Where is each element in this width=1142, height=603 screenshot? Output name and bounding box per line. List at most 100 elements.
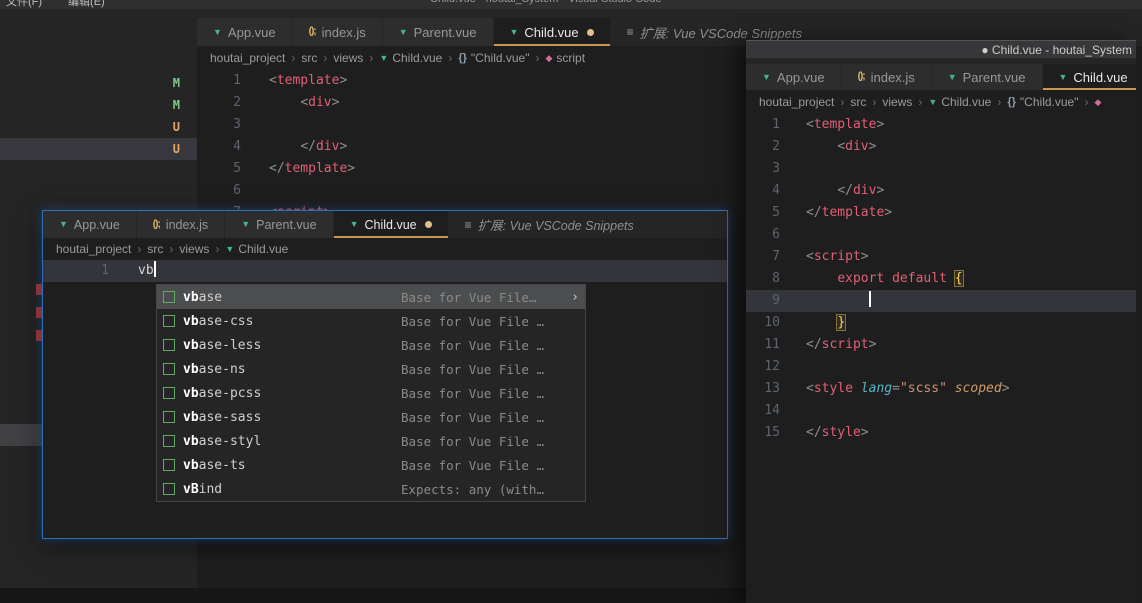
editor-tab[interactable]: ≡ 扩展: Vue VSCode Snippets <box>449 211 650 238</box>
breadcrumb-label: houtai_project <box>56 242 132 256</box>
code-text <box>780 290 871 312</box>
breadcrumb-item[interactable]: views <box>179 242 209 256</box>
breadcrumb-item[interactable]: ◆ script <box>545 51 585 65</box>
breadcrumb-separator: › <box>169 242 174 256</box>
line-number: 12 <box>764 359 780 374</box>
breadcrumb-item[interactable]: ▼ Child.vue <box>379 51 442 65</box>
vue-icon: ▼ <box>213 26 222 37</box>
suggestion-label: vbase-css <box>183 313 254 329</box>
line-number: 8 <box>772 271 780 286</box>
symbol-icon: ◆ <box>1094 96 1102 107</box>
code-line: 1 <template> <box>746 114 1136 136</box>
suggestion-item[interactable]: vbase-ts Base for Vue File … <box>157 453 585 477</box>
suggestion-label: vbase-ts <box>183 457 246 473</box>
menubar-item[interactable]: 文件(F) <box>6 0 42 9</box>
suggest-widget: vbase Base for Vue File… › vbase-css Base fo… <box>156 284 586 502</box>
secondary-window: ● Child.vue - houtai_System ▼ App.vue (); i… <box>746 40 1136 603</box>
code-line: 4 </div> <box>746 180 1136 202</box>
breadcrumb-item[interactable]: ◆ <box>1094 96 1105 107</box>
code-line: 5 </template> <box>197 158 746 180</box>
editor-tab[interactable]: ▼ Parent.vue <box>382 18 493 46</box>
code-text: </style> <box>806 425 869 440</box>
scm-file-row[interactable]: U <box>0 116 197 138</box>
line-number: 1 <box>233 73 241 88</box>
code-line: 11 </script> <box>746 334 1136 356</box>
editor-tab[interactable]: ▼ App.vue <box>43 211 136 238</box>
code-text: } <box>837 315 846 330</box>
vue-icon: ▼ <box>509 26 519 37</box>
scm-file-row[interactable]: M <box>0 72 197 94</box>
code-text: <div> <box>837 139 877 154</box>
breadcrumb-separator: › <box>137 242 142 256</box>
braces-icon: {} <box>1007 95 1016 108</box>
code-editor[interactable]: 1 <template> 2 <div> 3 4 </div> 5 </template> 6… <box>746 114 1136 444</box>
suggestion-label: vbase-styl <box>183 433 262 449</box>
line-number: 10 <box>764 315 780 330</box>
editor-tab[interactable]: ▼ Child.vue <box>493 18 610 46</box>
code-line: 6 <box>746 224 1136 246</box>
breadcrumb-item[interactable]: {} "Child.vue" <box>458 51 529 65</box>
suggestion-description: Base for Vue File … <box>401 313 544 329</box>
dirty-dot[interactable] <box>424 221 432 228</box>
dirty-dot[interactable] <box>586 28 594 36</box>
editor-tab[interactable]: ▼ Child.vue <box>333 211 448 238</box>
tab-bar: ▼ App.vue (); index.js ▼ Parent.vue ▼ Child.vue <box>746 58 1136 90</box>
scm-file-row[interactable]: M <box>0 94 197 116</box>
snippet-icon <box>163 435 175 447</box>
breadcrumb-item[interactable]: views <box>882 95 912 109</box>
editor-tab[interactable]: ▼ App.vue <box>197 18 292 46</box>
editor-tab[interactable]: ▼ App.vue <box>746 64 841 90</box>
editor-tab[interactable]: (); index.js <box>292 18 382 46</box>
editor-tab[interactable]: (); index.js <box>841 64 931 90</box>
git-status-badge: M <box>172 76 180 90</box>
breadcrumb-separator: › <box>1084 95 1089 109</box>
code-line: 1 <template> <box>197 70 746 92</box>
breadcrumb-separator: › <box>291 51 296 65</box>
editor-tab[interactable]: ▼ Parent.vue <box>931 64 1042 90</box>
breadcrumb: houtai_project › src › views › ▼ Child.vue <box>43 238 727 260</box>
window-title: ● Child.vue - houtai_System <box>746 40 1136 58</box>
breadcrumb-item[interactable]: ▼ Child.vue <box>225 242 288 256</box>
snippet-icon <box>163 411 175 423</box>
suggestion-item[interactable]: vbase-less Base for Vue File … <box>157 333 585 357</box>
editor-tab[interactable]: ▼ Child.vue <box>1042 64 1136 90</box>
scm-file-row[interactable]: U <box>0 138 197 160</box>
menubar-item[interactable]: 编辑(E) <box>68 0 105 9</box>
suggestion-item[interactable]: vbase Base for Vue File… › <box>157 285 585 309</box>
breadcrumb-item[interactable]: ▼ Child.vue <box>928 95 991 109</box>
code-line: 9 <box>746 290 1136 312</box>
suggestion-item[interactable]: vBind Expects: any (with… <box>157 477 585 501</box>
breadcrumb: houtai_project › src › views › ▼ Child.vue › {} "C… <box>746 90 1136 114</box>
breadcrumb-item[interactable]: houtai_project <box>210 51 285 65</box>
editor-tab[interactable]: (); index.js <box>136 211 225 238</box>
suggestion-item[interactable]: vbase-styl Base for Vue File … <box>157 429 585 453</box>
code-text: vb <box>138 261 156 278</box>
read-more-icon[interactable]: › <box>571 290 579 305</box>
tab-label: Parent.vue <box>413 24 477 40</box>
breadcrumb-item[interactable]: src <box>147 242 163 256</box>
suggestion-label: vbase-sass <box>183 409 262 425</box>
breadcrumb-item[interactable]: src <box>301 51 317 65</box>
suggestion-item[interactable]: vbase-sass Base for Vue File … <box>157 405 585 429</box>
breadcrumb-item[interactable]: {} "Child.vue" <box>1007 95 1078 109</box>
breadcrumb-separator: › <box>872 95 877 109</box>
breadcrumb-item[interactable]: houtai_project <box>56 242 131 256</box>
code-line: 12 <box>746 356 1136 378</box>
line-number: 1 <box>101 263 109 278</box>
code-text: export default { <box>837 271 963 286</box>
code-editor[interactable]: 1 vb <box>43 260 727 282</box>
editor-tab[interactable]: ▼ Parent.vue <box>225 211 333 238</box>
suggestion-item[interactable]: vbase-pcss Base for Vue File … <box>157 381 585 405</box>
breadcrumb-item[interactable]: views <box>333 51 363 65</box>
breadcrumb-label: "Child.vue" <box>470 51 530 65</box>
line-number: 3 <box>233 117 241 132</box>
suggestion-item[interactable]: vbase-ns Base for Vue File … <box>157 357 585 381</box>
breadcrumb-item[interactable]: src <box>850 95 866 109</box>
tab-label: index.js <box>321 24 366 40</box>
tab-label: 扩展: Vue VSCode Snippets <box>639 25 802 41</box>
tab-label: Parent.vue <box>962 69 1026 85</box>
code-line: 5 </template> <box>746 202 1136 224</box>
code-text: </template> <box>269 161 356 176</box>
breadcrumb-item[interactable]: houtai_project <box>759 95 834 109</box>
suggestion-item[interactable]: vbase-css Base for Vue File … <box>157 309 585 333</box>
